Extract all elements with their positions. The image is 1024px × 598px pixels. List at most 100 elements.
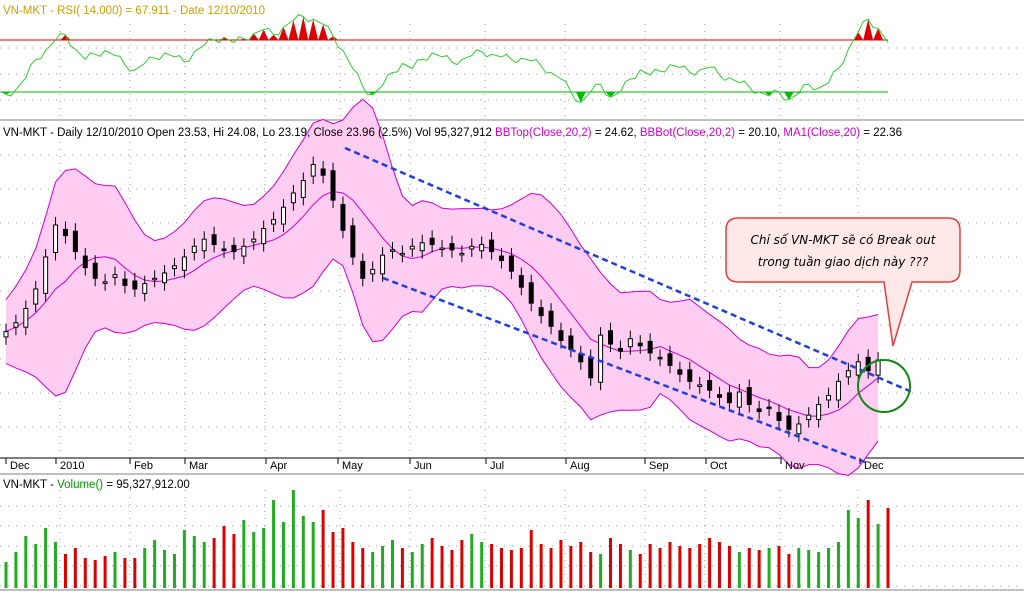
volume-bar (351, 542, 355, 588)
volume-bar (242, 520, 246, 588)
candle-body (826, 395, 832, 401)
volume-bar (460, 540, 464, 588)
volume-bar (192, 536, 196, 588)
candle-body (92, 262, 98, 279)
volume-bar (440, 546, 444, 588)
volume-bar (262, 528, 266, 588)
price-title-part: = 20.10, (735, 127, 783, 139)
volume-title-part: VN-MKT - (3, 479, 57, 491)
candle-body (439, 247, 445, 251)
x-tick-label: Dec (864, 460, 884, 472)
candle-body (528, 282, 534, 304)
x-tick-label: Aug (570, 460, 590, 472)
volume-bar (113, 552, 117, 588)
volume-bar (509, 550, 513, 588)
candle-body (558, 330, 564, 341)
volume-bar (272, 500, 276, 588)
volume-bar (4, 562, 8, 588)
price-title-part: = 24.62, (592, 127, 640, 139)
candle-body (211, 234, 217, 246)
candle-body (786, 415, 792, 430)
candle-body (459, 252, 465, 256)
volume-bar (698, 544, 702, 588)
candle-body (845, 370, 851, 378)
volume-bar (410, 552, 414, 588)
candle-body (548, 310, 554, 327)
x-tick-label: Dec (10, 460, 30, 472)
volume-bar (539, 544, 543, 588)
volume-bar (658, 548, 662, 588)
volume-bar (787, 554, 791, 588)
candle-body (62, 228, 68, 237)
x-tick-label: Jul (490, 460, 504, 472)
candle-body (627, 338, 633, 348)
volume-bar (123, 558, 127, 588)
candle-body (469, 245, 475, 250)
volume-bar (718, 542, 722, 588)
volume-bar (143, 548, 147, 588)
candle-body (3, 331, 9, 338)
volume-bar (390, 540, 394, 588)
candle-body (538, 307, 544, 317)
candle-body (300, 180, 306, 198)
volume-title: VN-MKT - Volume() = 95,327,912.00 (3, 479, 190, 491)
price-title-part: BBBot(Close,20,2) (640, 127, 735, 139)
volume-bar (500, 548, 504, 588)
candle-body (835, 380, 841, 401)
candle-body (152, 277, 158, 281)
candle-body (677, 369, 683, 375)
x-tick-label: Oct (710, 460, 727, 472)
volume-bar (529, 530, 533, 588)
candle-body (271, 219, 277, 225)
volume-bar (846, 510, 850, 588)
volume-bar (549, 548, 553, 588)
candle-body (429, 237, 435, 246)
candle-body (201, 238, 207, 252)
volume-bar (381, 546, 385, 588)
candle-body (697, 384, 703, 387)
volume-bar (688, 548, 692, 588)
price-title: VN-MKT - Daily 12/10/2010 Open 23.53, Hi… (3, 127, 902, 139)
candle-body (280, 206, 286, 225)
volume-title-part: Volume() (57, 479, 103, 491)
candle-body (657, 356, 663, 360)
price-title-part: = 22.36 (860, 127, 902, 139)
volume-title-part: = 95,327,912.00 (103, 479, 190, 491)
candle-body (350, 225, 356, 258)
candle-body (112, 274, 118, 278)
candle-body (290, 192, 296, 204)
candle-body (181, 256, 187, 271)
volume-bar (797, 548, 801, 588)
volume-bar (371, 552, 375, 588)
x-tick-label: Sep (649, 460, 669, 472)
volume-bar (222, 526, 226, 588)
callout-line-1: Chỉ số VN-MKT sẽ có Break out (751, 233, 937, 247)
x-tick-label: 2010 (60, 460, 84, 472)
volume-bar (93, 560, 97, 588)
volume-bar (202, 542, 206, 588)
candle-body (568, 335, 574, 350)
volume-bar (103, 556, 107, 588)
callout-line-2: trong tuần giao dịch này ??? (758, 255, 929, 269)
volume-bar (817, 552, 821, 588)
volume-bar (866, 500, 870, 588)
volume-bar (133, 558, 137, 588)
volume-bar (54, 542, 58, 588)
volume-bar (341, 528, 345, 588)
volume-bar (767, 548, 771, 588)
volume-bar (232, 534, 236, 588)
candle-body (499, 255, 505, 262)
volume-bar (579, 542, 583, 588)
volume-bar (34, 544, 38, 588)
volume-bar (450, 550, 454, 588)
candle-body (132, 280, 138, 290)
candle-body (667, 353, 673, 366)
x-tick-label: Mar (189, 460, 208, 472)
candle-body (479, 244, 485, 252)
candle-body (796, 423, 802, 435)
volume-bar (856, 518, 860, 588)
candle-body (806, 414, 812, 421)
candle-body (449, 243, 455, 251)
candle-body (231, 244, 237, 253)
candle-body (370, 268, 376, 275)
